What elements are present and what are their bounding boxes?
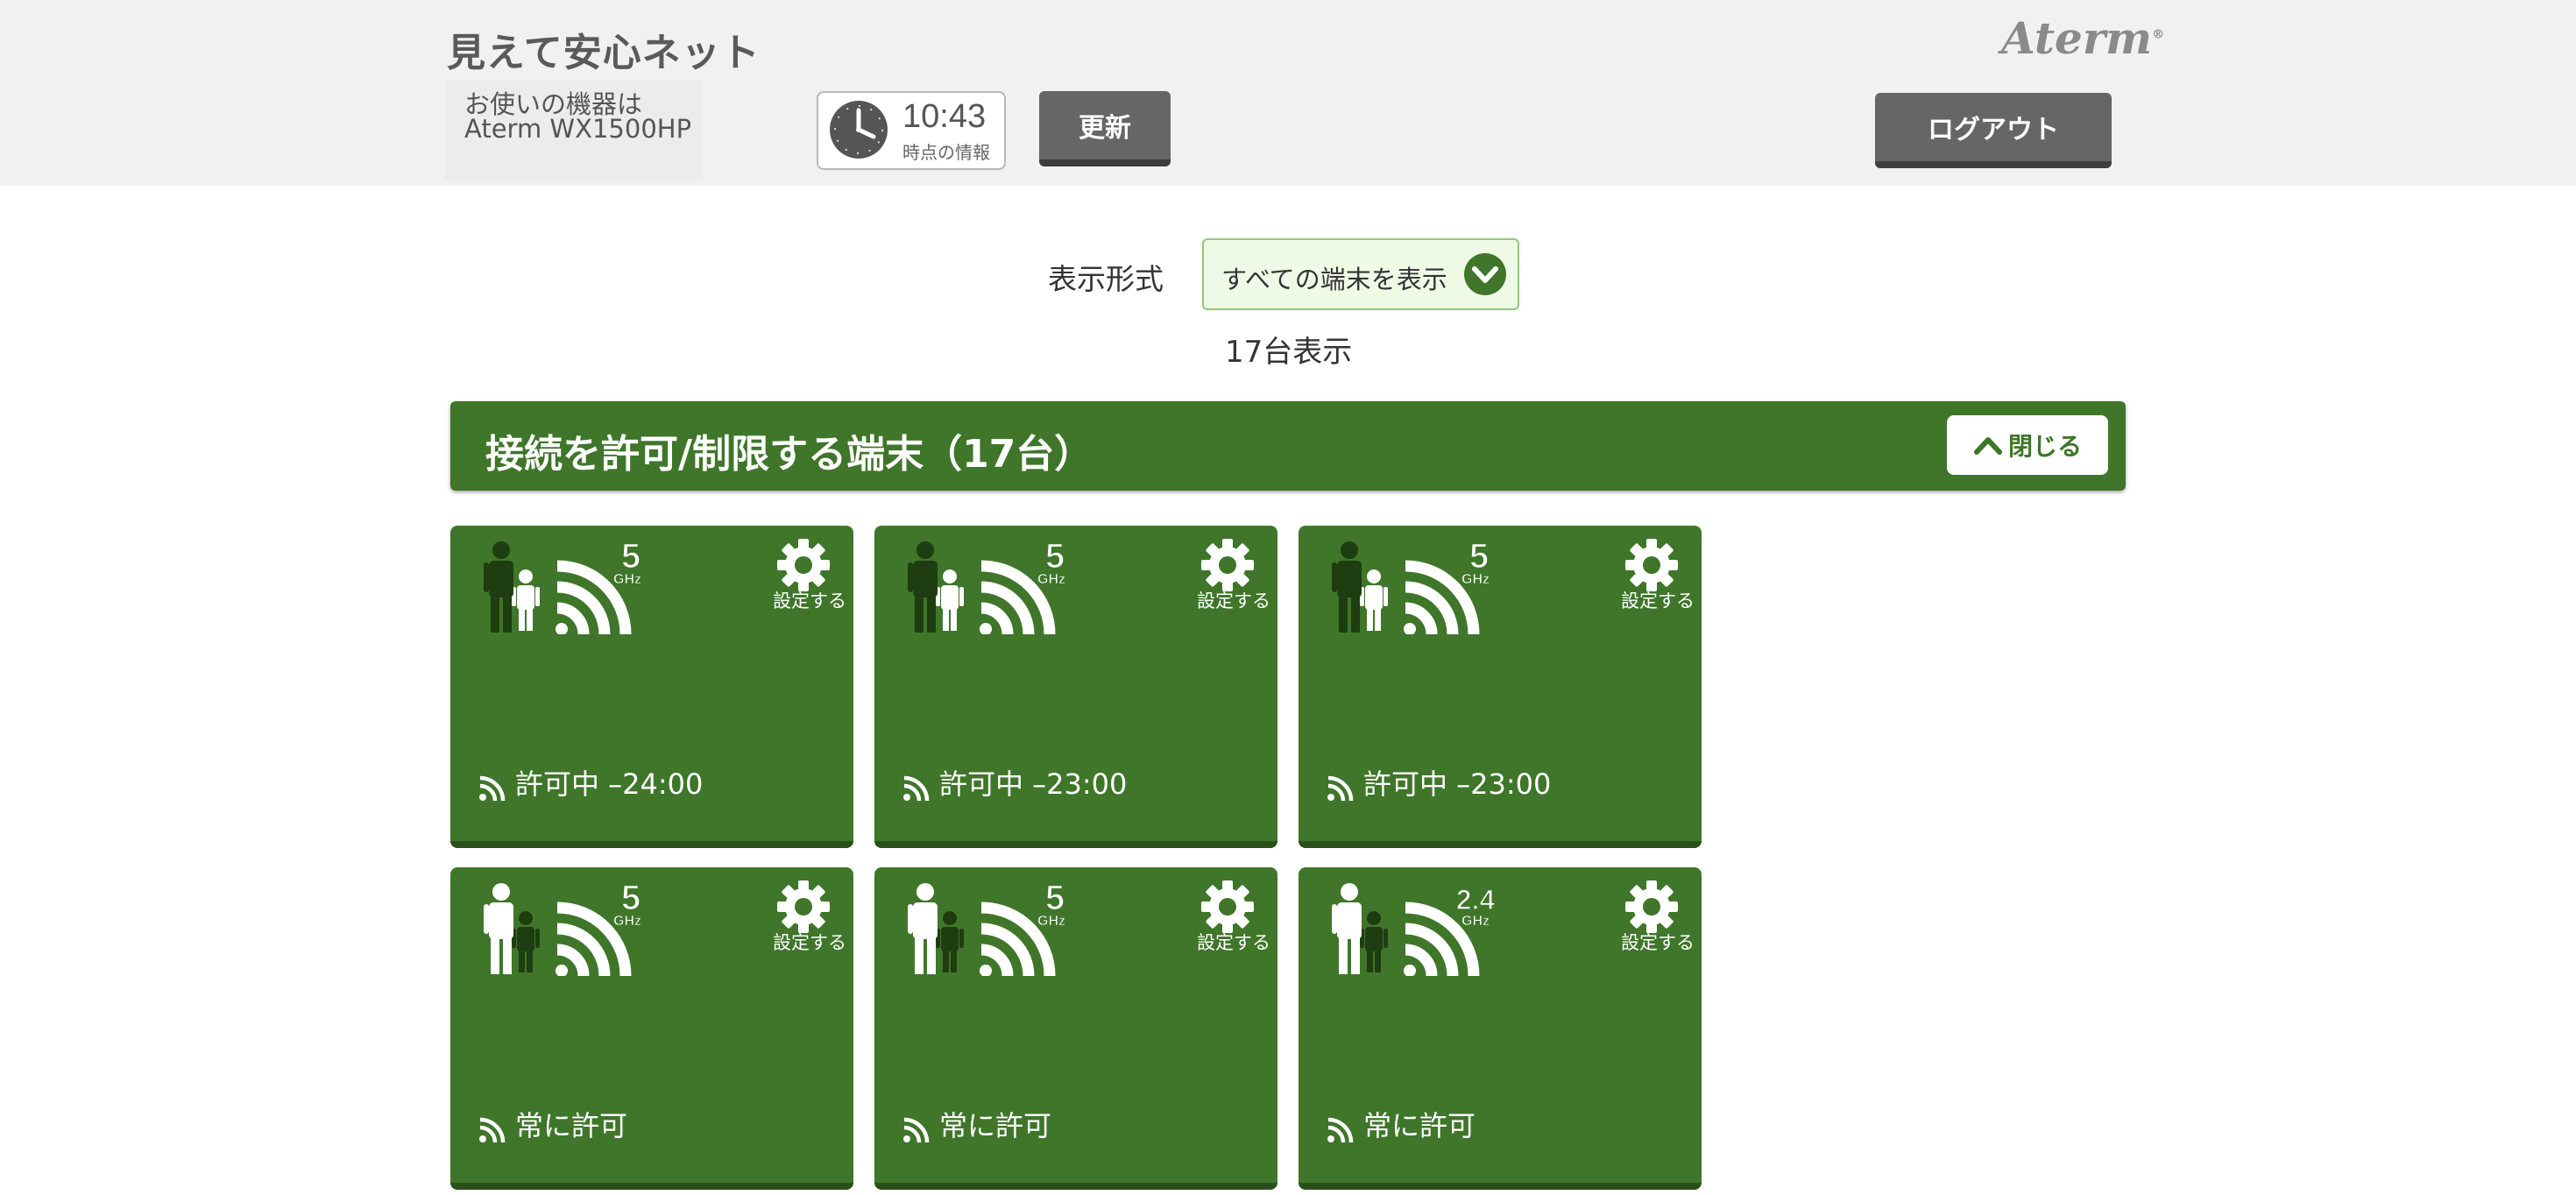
connection-status: 常に許可 [939, 1109, 1052, 1142]
settings-label: 設定する [1197, 590, 1270, 612]
parent-child-icon [1332, 541, 1388, 633]
connection-status: 常に許可 [515, 1109, 628, 1142]
brand-logo: Aterm® [2001, 12, 2164, 64]
app-title: 見えて安心ネット [447, 31, 761, 75]
device-card[interactable]: 5 GHz 設定する 許可中 –23:00 [874, 526, 1277, 848]
device-count: 17台表示 [1225, 335, 1353, 370]
svg-text:GHz: GHz [1461, 914, 1490, 929]
parent-child-icon [908, 541, 964, 633]
connection-status: 許可中 –23:00 [1363, 767, 1552, 801]
display-format-label: 表示形式 [1048, 262, 1164, 296]
wifi-band-icon: 5 GHz [1404, 541, 1490, 634]
chevron-down-icon [1464, 253, 1506, 295]
header: 見えて安心ネット お使いの機器は Aterm WX1500HP 10:43 時点… [0, 0, 2576, 186]
wifi-band-icon: 5 GHz [980, 541, 1065, 634]
settings-label: 設定する [773, 590, 846, 612]
device-info: お使いの機器は Aterm WX1500HP [445, 81, 703, 180]
device-card[interactable]: 5 GHz 設定する 許可中 –23:00 [1299, 526, 1702, 848]
device-card[interactable]: 5 GHz 設定する 常に許可 [874, 867, 1277, 1190]
svg-text:GHz: GHz [1037, 914, 1065, 929]
clock-icon [830, 101, 888, 159]
brand-logo-text: Aterm [2001, 12, 2153, 64]
wifi-band-icon: 5 GHz [556, 883, 641, 976]
gear-icon [777, 880, 830, 933]
settings-label: 設定する [773, 932, 846, 953]
wifi-band-icon: 5 GHz [556, 541, 641, 634]
svg-text:GHz: GHz [1461, 572, 1490, 587]
wifi-status-icon [903, 775, 930, 801]
adult-icon [908, 883, 964, 974]
svg-text:GHz: GHz [613, 914, 641, 929]
wifi-status-icon [479, 1117, 506, 1142]
connection-status: 許可中 –24:00 [515, 767, 704, 801]
wifi-status-icon [903, 1117, 930, 1142]
collapse-button[interactable]: 閉じる [1947, 415, 2108, 475]
settings-label: 設定する [1621, 590, 1695, 612]
wifi-status-icon [479, 775, 506, 801]
chevron-up-icon [1973, 437, 2002, 455]
gear-icon [1625, 539, 1678, 591]
registered-mark: ® [2152, 27, 2165, 42]
svg-text:5: 5 [1045, 541, 1065, 576]
device-card[interactable]: 2.4 GHz 設定する 常に許可 [1299, 867, 1702, 1190]
device-card[interactable]: 5 GHz 設定する 常に許可 [450, 867, 853, 1190]
display-format-value: すべての端末を表示 [1221, 265, 1447, 294]
connection-status: 常に許可 [1363, 1109, 1476, 1142]
parent-child-icon [484, 541, 540, 633]
wifi-band-icon: 5 GHz [980, 883, 1065, 976]
connection-status: 許可中 –23:00 [939, 767, 1128, 801]
wifi-status-icon [1327, 775, 1354, 801]
collapse-label: 閉じる [2007, 432, 2082, 461]
device-card[interactable]: 5 GHz 設定する 許可中 –24:00 [450, 526, 853, 848]
settings-label: 設定する [1197, 932, 1270, 953]
svg-text:5: 5 [621, 541, 640, 576]
wifi-band-icon: 2.4 GHz [1404, 883, 1496, 976]
section-header: 接続を許可/制限する端末（17台） 閉じる [450, 401, 2126, 491]
svg-text:5: 5 [1469, 541, 1489, 576]
gear-icon [1201, 539, 1254, 591]
settings-label: 設定する [1621, 932, 1695, 953]
section-title: 接続を許可/制限する端末（17台） [485, 432, 1093, 477]
time-info: 10:43 時点の情報 [817, 91, 1006, 170]
wifi-status-icon [1327, 1117, 1354, 1142]
refresh-button[interactable]: 更新 [1039, 91, 1171, 166]
logout-button[interactable]: ログアウト [1875, 93, 2112, 168]
gear-icon [777, 539, 830, 591]
time-value: 10:43 [902, 98, 987, 135]
gear-icon [1625, 880, 1678, 933]
adult-icon [484, 883, 540, 974]
time-caption: 時点の情報 [902, 142, 990, 163]
svg-text:5: 5 [621, 883, 640, 917]
svg-text:2.4: 2.4 [1456, 884, 1496, 916]
svg-text:GHz: GHz [1037, 572, 1065, 587]
svg-text:5: 5 [1045, 883, 1065, 917]
display-format-select[interactable]: すべての端末を表示 [1202, 238, 1519, 310]
adult-icon [1332, 883, 1388, 974]
svg-text:GHz: GHz [613, 572, 641, 587]
gear-icon [1201, 880, 1254, 933]
device-name: Aterm WX1500HP [464, 114, 692, 144]
